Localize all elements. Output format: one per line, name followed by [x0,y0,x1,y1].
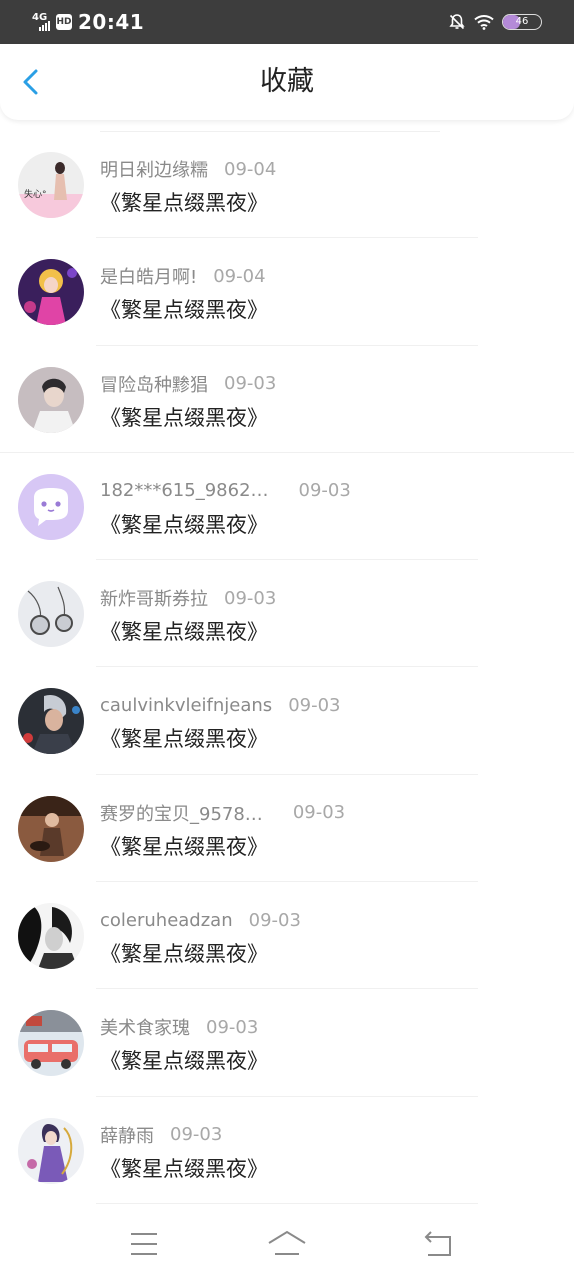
user-name: 明日剁边缘糯 [100,160,208,181]
date: 09-03 [298,480,351,502]
list-item[interactable]: 182***615_9862… 09-03 《繁星点缀黑夜》 [0,453,574,561]
user-name: 赛罗的宝贝_9578… [100,803,263,825]
list-item[interactable]: coleruheadzan 09-03 《繁星点缀黑夜》 [0,882,574,990]
date: 09-03 [292,802,346,824]
favorite-title: 《繁星点缀黑夜》 [100,942,268,967]
avatar-badge: 失心° [24,188,47,200]
favorite-title: 《繁星点缀黑夜》 [100,298,268,323]
favorite-title: 《繁星点缀黑夜》 [100,1156,268,1181]
date: 09-04 [213,265,266,287]
signal-icon: 4G [32,11,50,33]
list-item[interactable]: 美术食家瑰 09-03 《繁星点缀黑夜》 [0,989,574,1097]
avatar: 失心° [18,152,84,218]
date: 09-03 [224,373,277,395]
menu-icon[interactable] [122,1226,166,1262]
favorite-title: 《繁星点缀黑夜》 [100,191,268,215]
favorite-title: 《繁星点缀黑夜》 [100,727,268,752]
user-name: 是白皓月啊! [100,267,198,289]
favorite-title: 《繁星点缀黑夜》 [100,405,268,430]
page-title: 收藏 [260,66,314,97]
mute-bell-icon [449,14,465,30]
list-item[interactable]: 新炸哥斯券拉 09-03 《繁星点缀黑夜》 [0,560,574,668]
avatar [18,903,84,970]
list-item[interactable]: 失心° 明日剁边缘糯 09-04 《繁星点缀黑夜》 [0,131,574,239]
date: 09-03 [248,909,301,931]
user-name: 薛静雨 [100,1125,154,1147]
user-name: coleruheadzan [100,909,233,931]
battery-level: 46 [515,16,529,27]
back-icon[interactable] [416,1226,460,1262]
battery-icon: 46 [502,14,542,30]
avatar [18,366,84,433]
favorite-title: 《繁星点缀黑夜》 [100,1049,268,1074]
hd-icon: HD [56,14,72,30]
date: 09-03 [170,1124,223,1146]
favorites-list: 失心° 明日剁边缘糯 09-04 《繁星点缀黑夜》 是白皓月啊! 09-04 《… [0,131,574,1205]
system-nav-bar [0,1208,574,1280]
list-item[interactable]: caulvinkvleifnjeans 09-03 《繁星点缀黑夜》 [0,667,574,776]
avatar [18,581,84,648]
favorite-title: 《繁星点缀黑夜》 [100,834,268,859]
wifi-icon [474,14,494,30]
list-item[interactable]: 赛罗的宝贝_9578… 09-03 《繁星点缀黑夜》 [0,775,574,883]
avatar [18,795,84,862]
avatar [18,259,84,326]
list-item[interactable]: 是白皓月啊! 09-04 《繁星点缀黑夜》 [0,238,574,346]
date: 09-03 [288,694,341,716]
app-header: 收藏 [0,44,574,120]
user-name: 冒险岛种黪猖 [100,374,208,396]
user-name: 182***615_9862… [100,480,269,502]
user-name: 新炸哥斯券拉 [100,589,208,611]
avatar [18,1010,84,1077]
status-time: 20:41 [78,10,145,34]
date: 09-03 [224,587,277,609]
user-name: 美术食家瑰 [100,1018,190,1040]
favorite-title: 《繁星点缀黑夜》 [100,620,268,645]
list-item[interactable]: 冒险岛种黪猖 09-03 《繁星点缀黑夜》 [0,346,574,454]
date: 09-04 [224,158,277,180]
avatar [18,688,84,755]
avatar [18,1117,84,1184]
home-icon[interactable] [265,1226,309,1262]
list-item[interactable]: 薛静雨 09-03 《繁星点缀黑夜》 [0,1097,574,1205]
favorite-title: 《繁星点缀黑夜》 [100,512,268,537]
date: 09-03 [206,1016,259,1038]
avatar [18,473,84,540]
user-name: caulvinkvleifnjeans [100,694,273,716]
